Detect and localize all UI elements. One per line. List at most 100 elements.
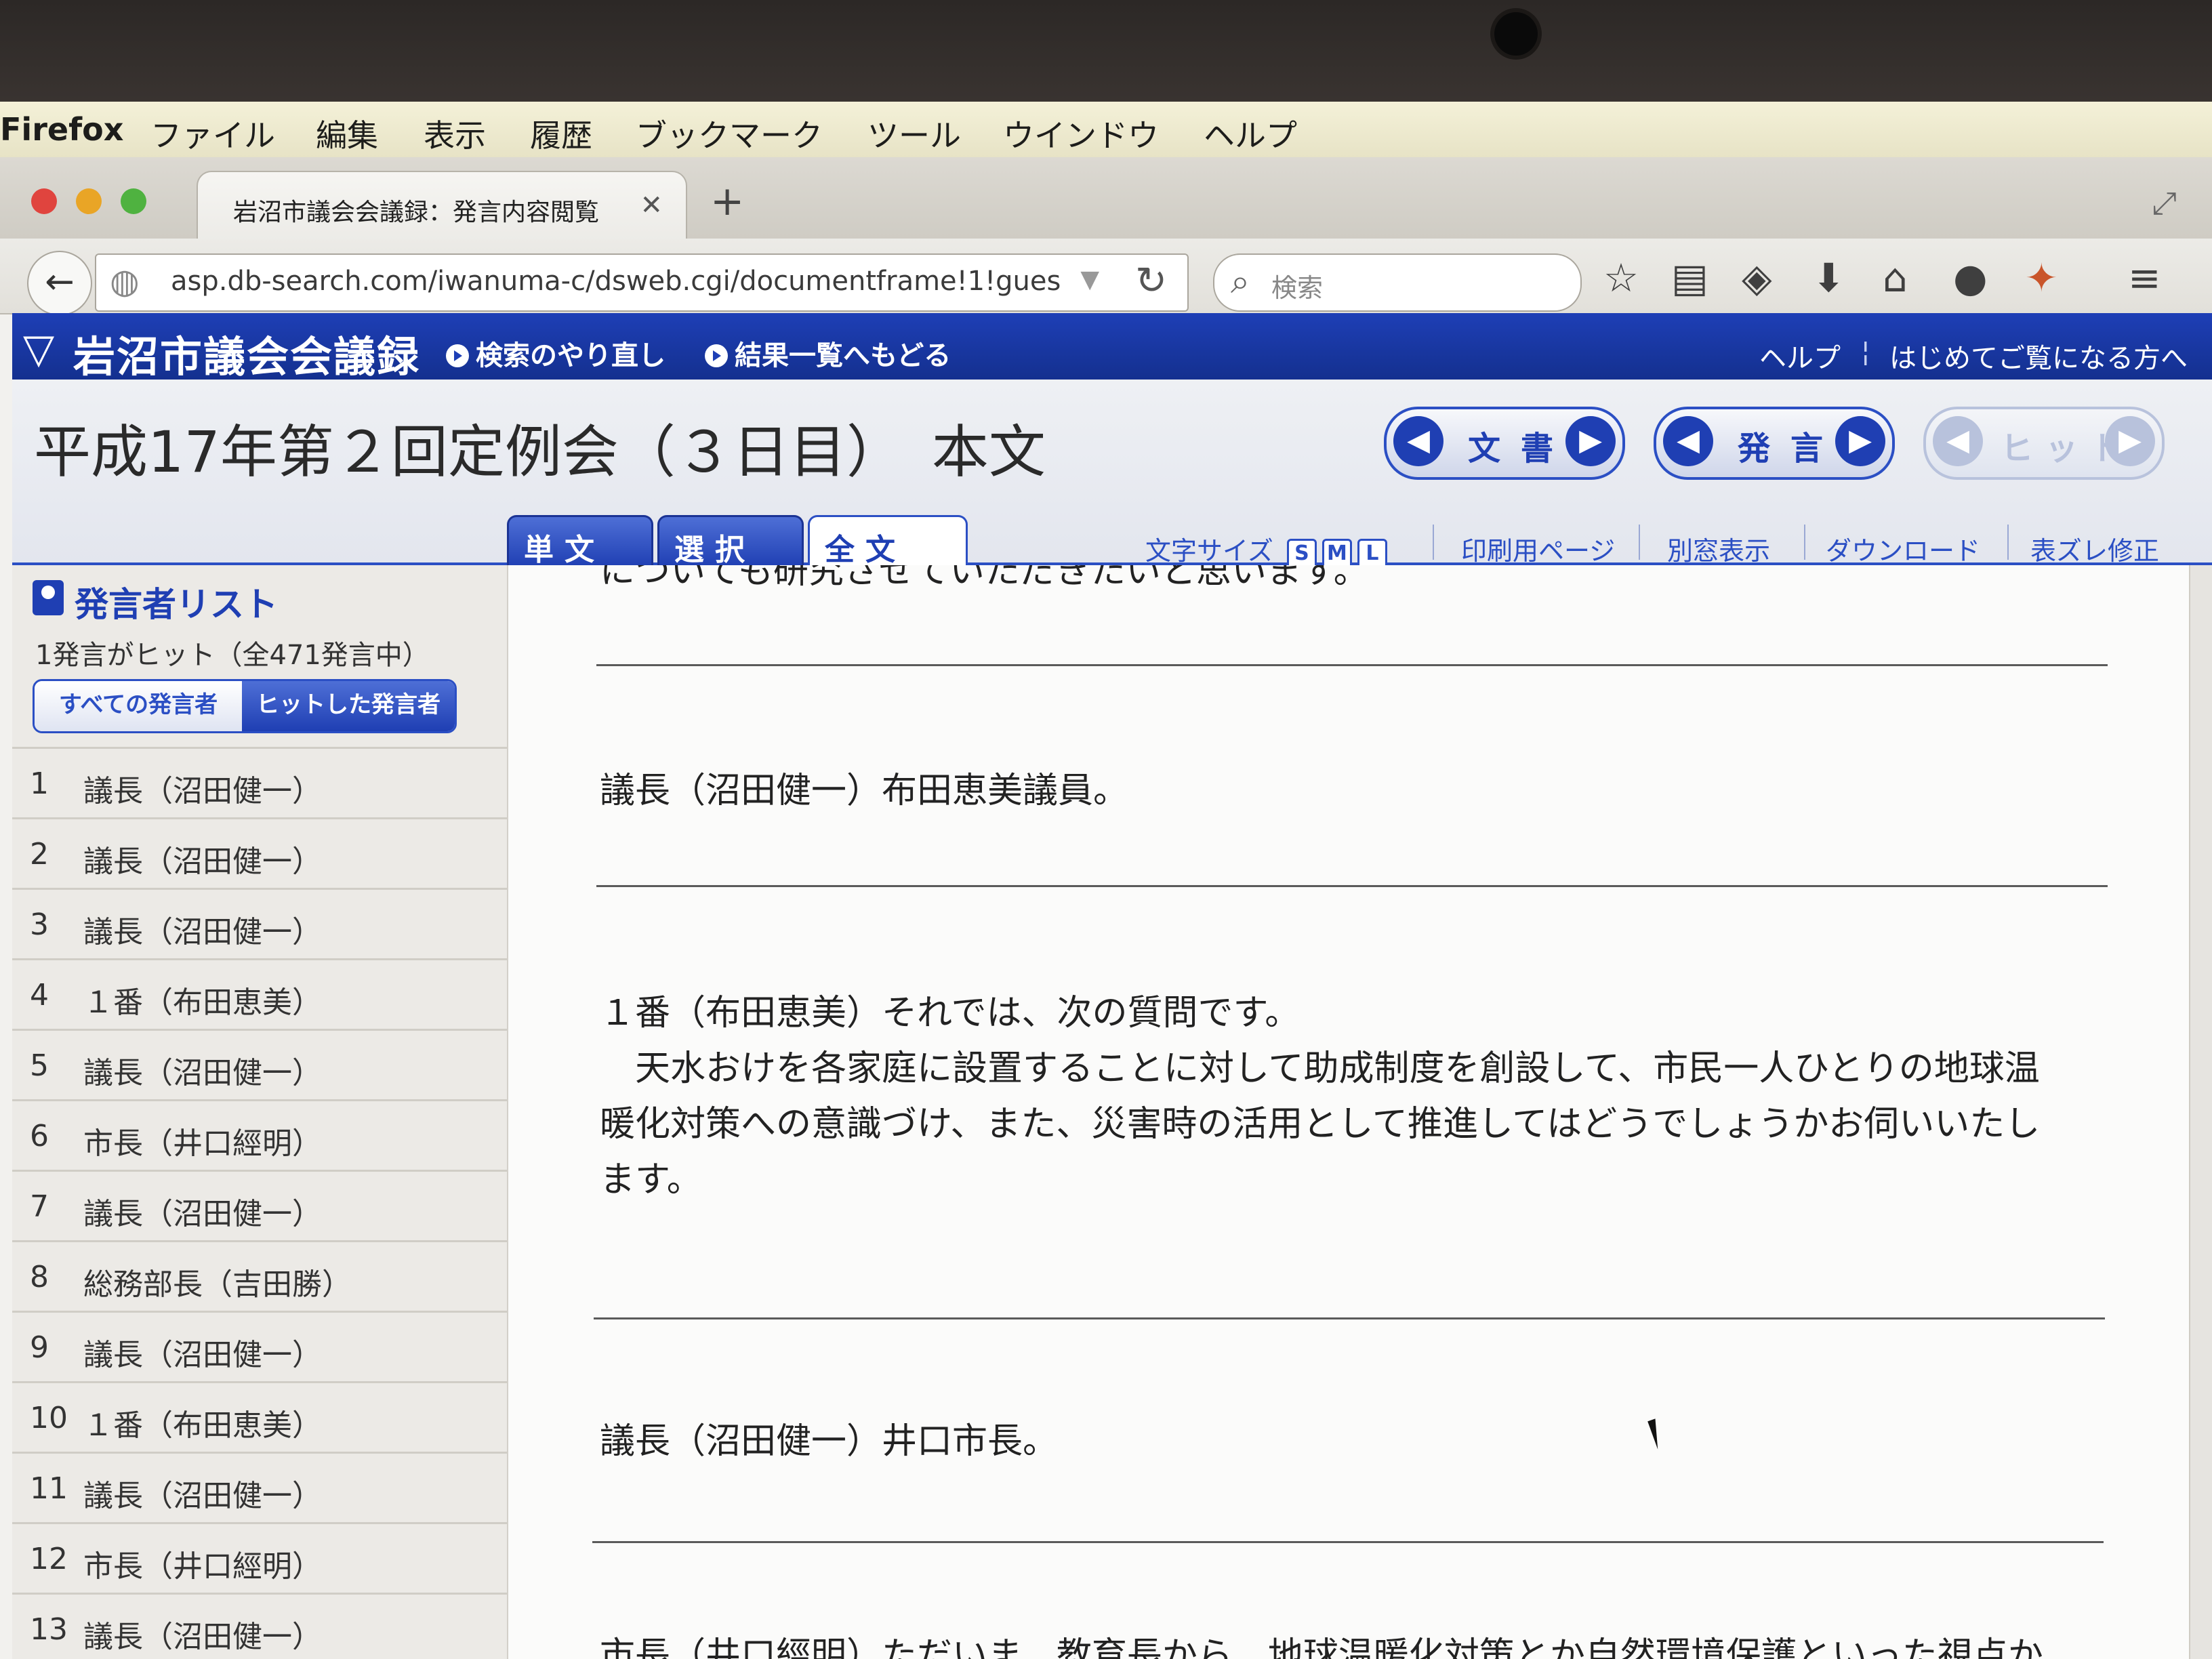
tab-title: 岩沼市議会会議録：発言内容閲覧 [233, 199, 600, 226]
back-to-results-link[interactable]: 結果一覧へもどる [705, 333, 951, 373]
speaker-name: 議長（沼田健一） [83, 1479, 322, 1513]
speech-question-line-1: １番（布田恵美）それでは、次の質問です。 [600, 993, 1300, 1033]
speaker-name: 市長（井口經明） [83, 1126, 322, 1161]
chat-icon[interactable]: ● [1953, 255, 1988, 301]
addon-icon[interactable]: ✦ [2025, 255, 2058, 301]
browser-tab[interactable]: 岩沼市議会会議録：発言内容閲覧 ✕ [197, 171, 687, 241]
separator: ¦ [1861, 336, 1870, 367]
speaker-list-item[interactable]: 4 １番（布田恵美） [12, 958, 507, 1029]
speech-divider [594, 1317, 2105, 1319]
menu-tools[interactable]: ツール [867, 111, 961, 156]
speech-divider [596, 885, 2108, 887]
speaker-list-item[interactable]: 3 議長（沼田健一） [12, 888, 507, 958]
document-nav: ◀ 文書 ▶ [1384, 407, 1625, 480]
speaker-list-item[interactable]: 9 議長（沼田健一） [12, 1311, 507, 1381]
prev-speech-icon[interactable]: ◀ [1663, 416, 1713, 466]
divider [2007, 525, 2009, 560]
prev-document-icon[interactable]: ◀ [1393, 416, 1443, 466]
tab-full-text-label: 全文 [825, 533, 906, 567]
zoom-window-button[interactable] [121, 188, 146, 214]
speaker-number: 3 [30, 907, 49, 942]
speech-chair-call: 議長（沼田健一）布田恵美議員。 [600, 771, 1129, 811]
minimize-window-button[interactable] [76, 188, 102, 214]
tab-selection[interactable]: 選択 [657, 515, 804, 567]
tab-close-icon[interactable]: ✕ [640, 190, 663, 221]
next-speech-icon[interactable]: ▶ [1835, 416, 1885, 466]
next-hit-icon[interactable]: ▶ [2105, 416, 2155, 466]
speech-divider [596, 664, 2108, 666]
speaker-name: １番（布田恵美） [83, 1408, 322, 1443]
menu-edit[interactable]: 編集 [316, 111, 378, 156]
partial-paragraph-top: についても研究させていただきたいと思います。 [600, 565, 1369, 592]
speech-divider [592, 1541, 2104, 1543]
tab-full-text[interactable]: 全文 [808, 515, 968, 570]
menu-bookmarks[interactable]: ブックマーク [636, 111, 823, 156]
speaker-list-item[interactable]: 6 市長（井口經明） [12, 1099, 507, 1170]
menu-history[interactable]: 履歴 [530, 111, 592, 156]
speech-question-line-4: ます。 [600, 1160, 702, 1200]
document-title: 平成17年第２回定例会（３日目） 本文 [34, 419, 1046, 485]
speaker-list-item[interactable]: 7 議長（沼田健一） [12, 1170, 507, 1240]
divider [1433, 525, 1434, 560]
arrow-circle-icon [705, 344, 728, 367]
bookmarks-list-icon[interactable]: ▤ [1671, 255, 1708, 301]
filter-all-speakers-button[interactable]: すべての発言者 [35, 681, 242, 731]
speaker-name: 総務部長（吉田勝） [83, 1267, 352, 1302]
hamburger-menu-icon[interactable]: ≡ [2128, 255, 2161, 301]
speaker-list-item[interactable]: 2 議長（沼田健一） [12, 817, 507, 888]
print-page-link[interactable]: 印刷用ページ [1461, 530, 1615, 567]
first-time-link[interactable]: はじめてご覧になる方へ [1889, 336, 2188, 375]
pocket-icon[interactable]: ◈ [1742, 255, 1772, 301]
hit-count: 1発言がヒット（全471発言中） [35, 640, 430, 671]
menu-window[interactable]: ウインドウ [1003, 111, 1159, 156]
url-bar[interactable]: ◍ asp.db-search.com/iwanuma-c/dsweb.cgi/… [95, 253, 1189, 312]
speaker-list-item[interactable]: 5 議長（沼田健一） [12, 1029, 507, 1099]
download-icon[interactable]: ⬇ [1812, 255, 1845, 301]
redo-search-label: 検索のやり直し [476, 340, 665, 371]
speech-question-line-3: 暖化対策への意識づけ、また、災害時の活用として推進してはどうでしょうかお伺いいた… [600, 1104, 2041, 1145]
prev-hit-icon[interactable]: ◀ [1933, 416, 1983, 466]
bookmark-star-icon[interactable]: ☆ [1603, 255, 1639, 301]
download-link[interactable]: ダウンロード [1826, 530, 1980, 567]
document-body: についても研究させていただきたいと思います。 議長（沼田健一）布田恵美議員。 １… [508, 565, 2189, 1659]
speaker-list: 1 議長（沼田健一） 2 議長（沼田健一） 3 議長（沼田健一） 4 １番（布田恵美） 5 議長（… [12, 747, 507, 1659]
scrollbar[interactable] [2189, 565, 2212, 1659]
speaker-name: １番（布田恵美） [83, 985, 322, 1020]
table-fix-link[interactable]: 表ズレ修正 [2030, 530, 2159, 567]
home-icon[interactable]: ⌂ [1883, 255, 1908, 301]
menu-view[interactable]: 表示 [424, 111, 486, 156]
tab-single-sentence[interactable]: 単文 [507, 515, 653, 567]
menu-app-name[interactable]: Firefox [0, 111, 123, 148]
font-size-control: 文字サイズ SML [1145, 530, 1387, 570]
new-window-link[interactable]: 別窓表示 [1667, 530, 1770, 567]
reload-icon[interactable]: ↻ [1135, 259, 1167, 303]
url-dropdown-icon[interactable]: ▼ [1080, 266, 1099, 293]
speech-nav-label: 発言 [1738, 430, 1844, 468]
speaker-number: 11 [30, 1471, 68, 1506]
speaker-list-item[interactable]: 1 議長（沼田健一） [12, 747, 507, 817]
filter-hit-speakers-button[interactable]: ヒットした発言者 [242, 681, 455, 731]
menu-help[interactable]: ヘルプ [1204, 111, 1297, 156]
speaker-number: 6 [30, 1119, 49, 1153]
menu-file[interactable]: ファイル [150, 111, 275, 156]
fullscreen-icon[interactable]: ⤢ [2152, 184, 2177, 222]
speaker-name: 議長（沼田健一） [83, 844, 322, 879]
next-document-icon[interactable]: ▶ [1565, 416, 1616, 466]
webcam [1494, 12, 1538, 56]
speaker-list-item[interactable]: 13 議長（沼田健一） [12, 1593, 507, 1659]
speaker-list-item[interactable]: 12 市長（井口經明） [12, 1522, 507, 1593]
speaker-name: 議長（沼田健一） [83, 1197, 322, 1231]
redo-search-link[interactable]: 検索のやり直し [446, 333, 665, 373]
speaker-number: 8 [30, 1260, 49, 1294]
help-link[interactable]: ヘルプ [1759, 336, 1841, 375]
site-logo[interactable]: 岩沼市議会会議録 [73, 323, 420, 384]
new-tab-icon[interactable]: + [710, 178, 744, 225]
search-input[interactable]: ⌕ 検索 [1213, 253, 1582, 312]
close-window-button[interactable] [31, 188, 57, 214]
back-arrow-icon[interactable]: ← [27, 251, 92, 316]
speaker-list-item[interactable]: 10 １番（布田恵美） [12, 1381, 507, 1452]
mouse-cursor-icon [1647, 1416, 1673, 1450]
speech-mayor-call: 議長（沼田健一）井口市長。 [600, 1421, 1059, 1462]
speaker-list-item[interactable]: 11 議長（沼田健一） [12, 1452, 507, 1522]
speaker-list-item[interactable]: 8 総務部長（吉田勝） [12, 1240, 507, 1311]
